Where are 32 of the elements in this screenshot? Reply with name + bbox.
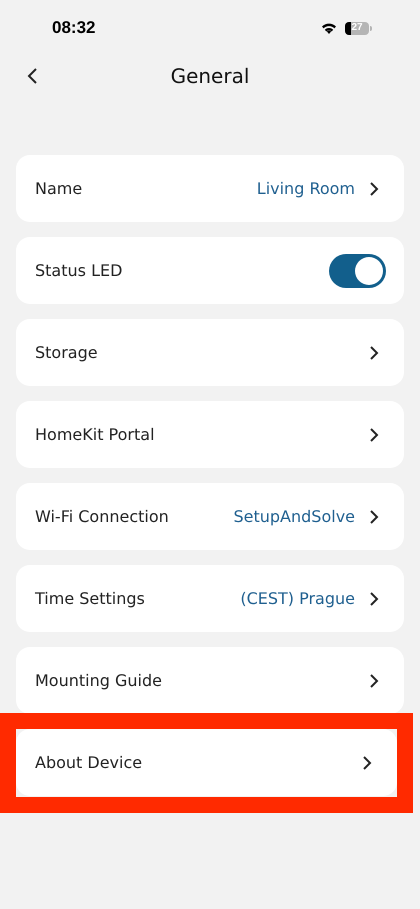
chevron-icon bbox=[369, 344, 379, 360]
row-label: Name bbox=[35, 178, 84, 200]
row-value: Living Room bbox=[256, 178, 355, 200]
back-icon[interactable] bbox=[26, 67, 38, 85]
chevron-icon bbox=[369, 508, 379, 524]
chevron-icon bbox=[362, 754, 372, 770]
settings-row[interactable]: Status LED bbox=[16, 237, 404, 304]
row-label: Time Settings bbox=[35, 588, 146, 610]
settings-row[interactable]: Storage bbox=[16, 319, 404, 386]
settings-row[interactable]: Mounting Guide bbox=[16, 647, 404, 714]
settings-row[interactable]: Time Settings (CEST) Prague bbox=[16, 565, 404, 632]
row-value: SetupAndSolve bbox=[233, 506, 355, 528]
row-label: Wi-Fi Connection bbox=[35, 506, 170, 528]
status-time: 08:32 bbox=[52, 17, 96, 40]
settings-row[interactable]: Wi-Fi Connection SetupAndSolve bbox=[16, 483, 404, 550]
chevron-icon bbox=[369, 180, 379, 196]
wifi-icon bbox=[320, 21, 338, 35]
row-value: (CEST) Prague bbox=[240, 588, 355, 610]
page-title: General bbox=[170, 63, 250, 90]
settings-row[interactable]: HomeKit Portal bbox=[16, 401, 404, 468]
chevron-icon bbox=[369, 426, 379, 442]
row-label: Mounting Guide bbox=[35, 670, 163, 692]
row-label: Storage bbox=[35, 342, 99, 364]
battery-icon: 27 bbox=[345, 22, 372, 34]
row-label: Status LED bbox=[35, 260, 124, 282]
chevron-icon bbox=[369, 590, 379, 606]
settings-row[interactable]: Name Living Room bbox=[16, 155, 404, 222]
toggle-switch[interactable] bbox=[329, 254, 386, 288]
settings-row[interactable]: About Device bbox=[16, 729, 397, 796]
row-label: HomeKit Portal bbox=[35, 424, 156, 446]
row-label: About Device bbox=[35, 752, 144, 774]
chevron-icon bbox=[369, 672, 379, 688]
